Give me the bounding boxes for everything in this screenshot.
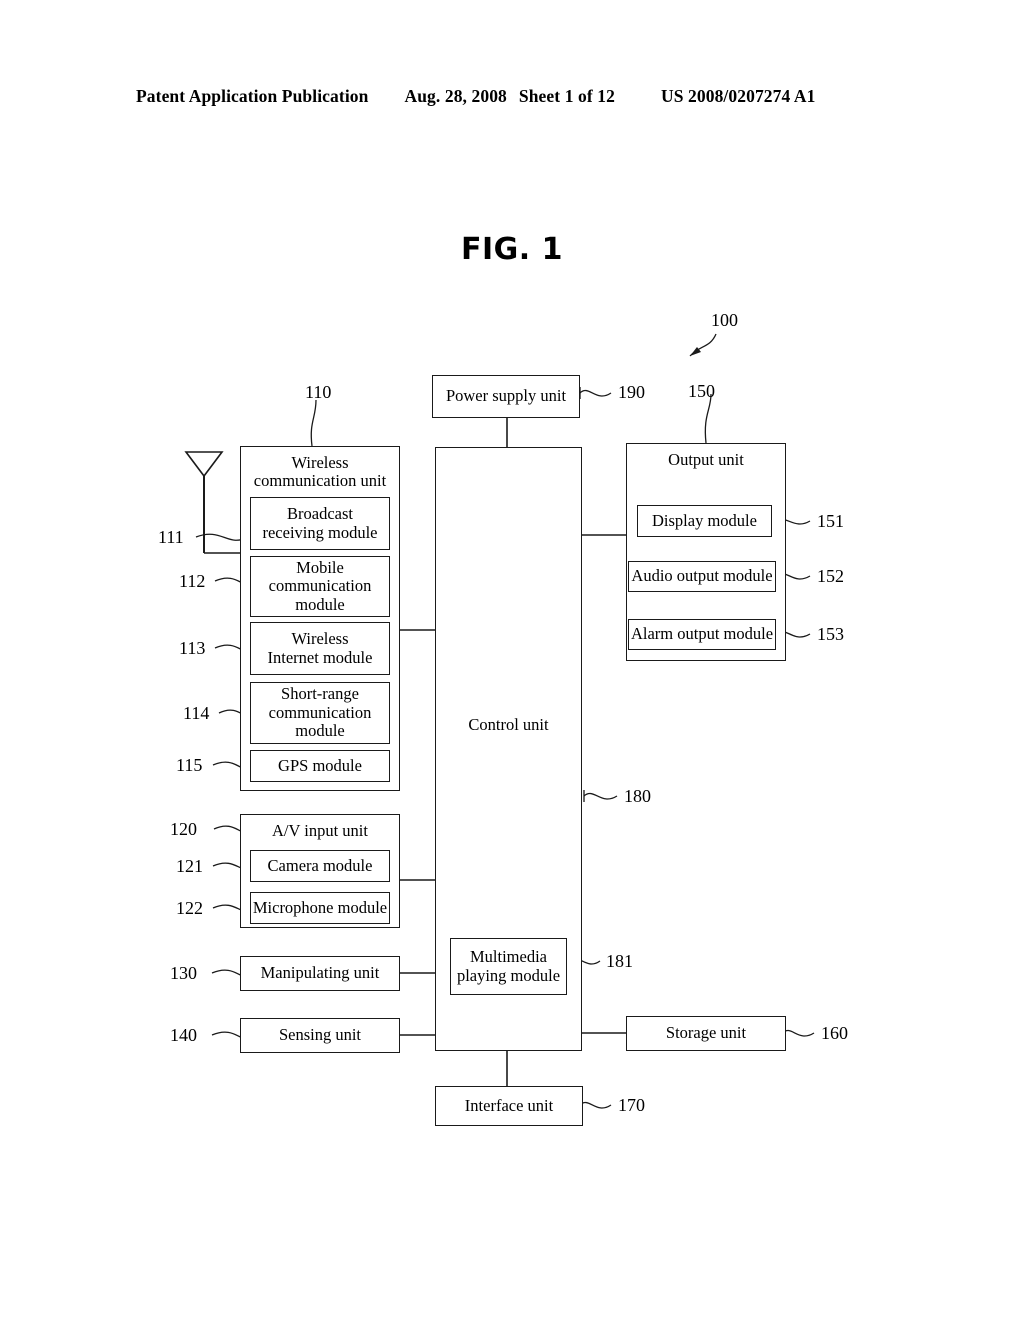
interface-unit-box[interactable]: Interface unit: [435, 1086, 583, 1126]
short-range-communication-module-box[interactable]: Short-range communication module: [250, 682, 390, 744]
ref-140: 140: [170, 1025, 197, 1045]
control-unit-label: Control unit: [468, 715, 549, 734]
mobile-communication-module-label: Mobile communication module: [268, 557, 372, 614]
leader-110: [310, 399, 317, 447]
power-supply-unit-box[interactable]: Power supply unit: [432, 375, 580, 418]
display-module-box[interactable]: Display module: [637, 505, 772, 537]
microphone-module-label: Microphone module: [252, 897, 388, 917]
ref-113: 113: [179, 638, 206, 658]
av-input-unit-label: A/V input unit: [272, 821, 368, 840]
storage-unit-box[interactable]: Storage unit: [626, 1016, 786, 1051]
ref-160: 160: [821, 1023, 848, 1043]
ref-150: 150: [688, 381, 715, 401]
broadcast-receiving-module-label: Broadcast receiving module: [262, 504, 378, 542]
ref-130: 130: [170, 963, 197, 983]
antenna-icon: [184, 451, 224, 478]
storage-unit-label: Storage unit: [665, 1023, 747, 1043]
power-supply-unit-label: Power supply unit: [445, 386, 567, 406]
microphone-module-box[interactable]: Microphone module: [250, 892, 390, 924]
ref-151: 151: [817, 511, 844, 531]
manipulating-unit-label: Manipulating unit: [260, 963, 380, 983]
audio-output-module-box[interactable]: Audio output module: [628, 561, 776, 592]
leader-160: [782, 1029, 815, 1037]
ref-112: 112: [179, 571, 206, 591]
multimedia-playing-module-label: Multimedia playing module: [456, 947, 561, 985]
display-module-label: Display module: [652, 510, 757, 530]
ref-114: 114: [183, 703, 210, 723]
short-range-communication-module-label: Short-range communication module: [268, 684, 372, 741]
leader-190: [579, 389, 612, 397]
camera-module-box[interactable]: Camera module: [250, 850, 390, 882]
camera-module-label: Camera module: [267, 855, 373, 875]
ref-180: 180: [624, 786, 651, 806]
ref-190: 190: [618, 382, 645, 402]
gps-module-box[interactable]: GPS module: [250, 750, 390, 782]
broadcast-receiving-module-box[interactable]: Broadcast receiving module: [250, 497, 390, 550]
audio-output-module-label: Audio output module: [631, 566, 773, 586]
sensing-unit-label: Sensing unit: [278, 1025, 362, 1045]
ref-122: 122: [176, 898, 203, 918]
ref-100: 100: [711, 310, 738, 330]
ref-152: 152: [817, 566, 844, 586]
ref-170: 170: [618, 1095, 645, 1115]
ref-115: 115: [176, 755, 203, 775]
multimedia-playing-module-box[interactable]: Multimedia playing module: [450, 938, 567, 995]
alarm-output-module-label: Alarm output module: [630, 624, 774, 644]
interface-unit-label: Interface unit: [464, 1095, 554, 1115]
wireless-communication-unit-label: Wireless communication unit: [253, 453, 387, 491]
wireless-internet-module-label: Wireless Internet module: [267, 629, 373, 667]
output-unit-label: Output unit: [668, 450, 744, 469]
ref-153: 153: [817, 624, 844, 644]
gps-module-label: GPS module: [278, 755, 362, 775]
ref-111: 111: [158, 527, 184, 547]
ref-110: 110: [305, 382, 332, 402]
alarm-output-module-box[interactable]: Alarm output module: [628, 619, 776, 650]
leader-180: [583, 792, 618, 800]
leader-170: [579, 1101, 612, 1109]
ref-120: 120: [170, 819, 197, 839]
ref-121: 121: [176, 856, 203, 876]
ref-181: 181: [606, 951, 633, 971]
block-diagram: Power supply unit Wireless communication …: [0, 0, 1024, 1320]
wireless-internet-module-box[interactable]: Wireless Internet module: [250, 622, 390, 675]
manipulating-unit-box[interactable]: Manipulating unit: [240, 956, 400, 991]
leader-150: [704, 393, 712, 444]
sensing-unit-box[interactable]: Sensing unit: [240, 1018, 400, 1053]
mobile-communication-module-box[interactable]: Mobile communication module: [250, 556, 390, 617]
